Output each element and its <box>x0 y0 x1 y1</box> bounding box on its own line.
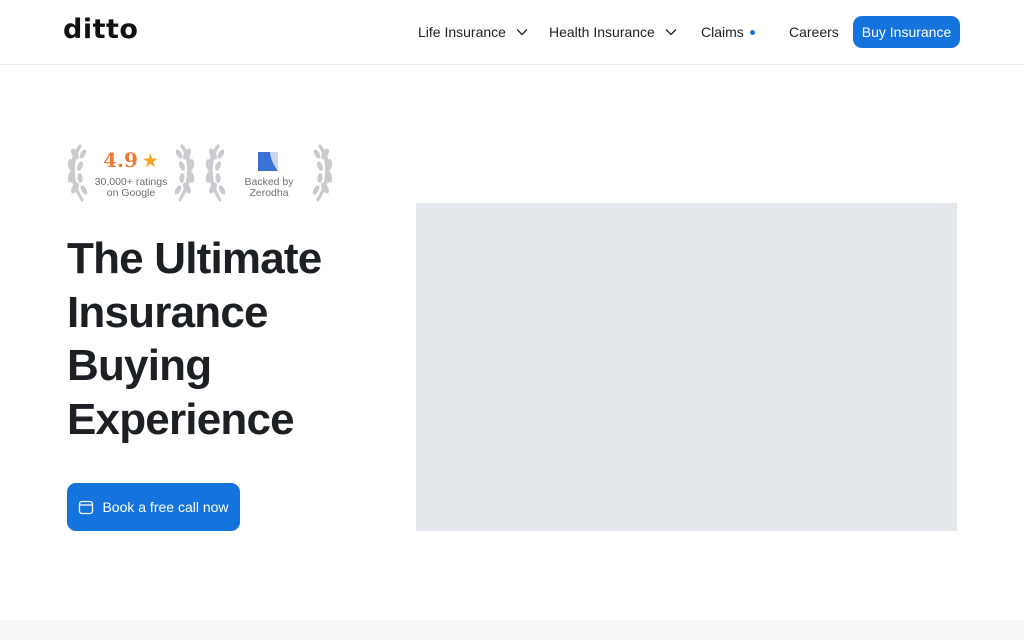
nav-careers-label: Careers <box>789 24 839 40</box>
backer-caption-line2: Zerodha <box>249 187 289 199</box>
nav-claims[interactable]: Claims <box>701 22 755 42</box>
ditto-logo[interactable]: ditto <box>63 14 138 45</box>
nav-careers[interactable]: Careers <box>789 22 839 42</box>
rating-score-value: 4.9 <box>103 148 138 172</box>
next-section-edge <box>0 620 1024 640</box>
chevron-down-icon <box>665 29 677 36</box>
book-call-label: Book a free call now <box>102 499 229 515</box>
claims-indicator-dot <box>749 29 755 35</box>
site-header: ditto Life Insurance Health Insurance Cl… <box>0 0 1024 65</box>
backer-caption: Backed by Zerodha <box>204 177 334 199</box>
star-icon: ★ <box>141 150 159 172</box>
hero-title: The Ultimate Insurance Buying Experience <box>67 234 322 444</box>
buy-insurance-button[interactable]: Buy Insurance <box>853 16 960 48</box>
nav-health-label: Health Insurance <box>549 24 655 40</box>
calendar-icon <box>79 500 94 515</box>
rating-score: 4.9 ★ <box>66 148 196 172</box>
nav-life-label: Life Insurance <box>418 24 506 40</box>
nav-claims-label: Claims <box>701 24 744 40</box>
hero-media-placeholder <box>416 203 957 531</box>
rating-caption-line2: on Google <box>106 187 156 199</box>
nav-life-insurance[interactable]: Life Insurance <box>418 22 528 42</box>
nav-health-insurance[interactable]: Health Insurance <box>549 22 677 42</box>
book-call-button[interactable]: Book a free call now <box>67 483 240 531</box>
google-rating-badge: 4.9 ★ 30,000+ ratings on Google <box>66 140 196 206</box>
chevron-down-icon <box>516 29 528 36</box>
zerodha-badge: Backed by Zerodha <box>204 140 334 206</box>
rating-caption: 30,000+ ratings on Google <box>66 177 196 199</box>
zerodha-logo <box>258 152 278 171</box>
